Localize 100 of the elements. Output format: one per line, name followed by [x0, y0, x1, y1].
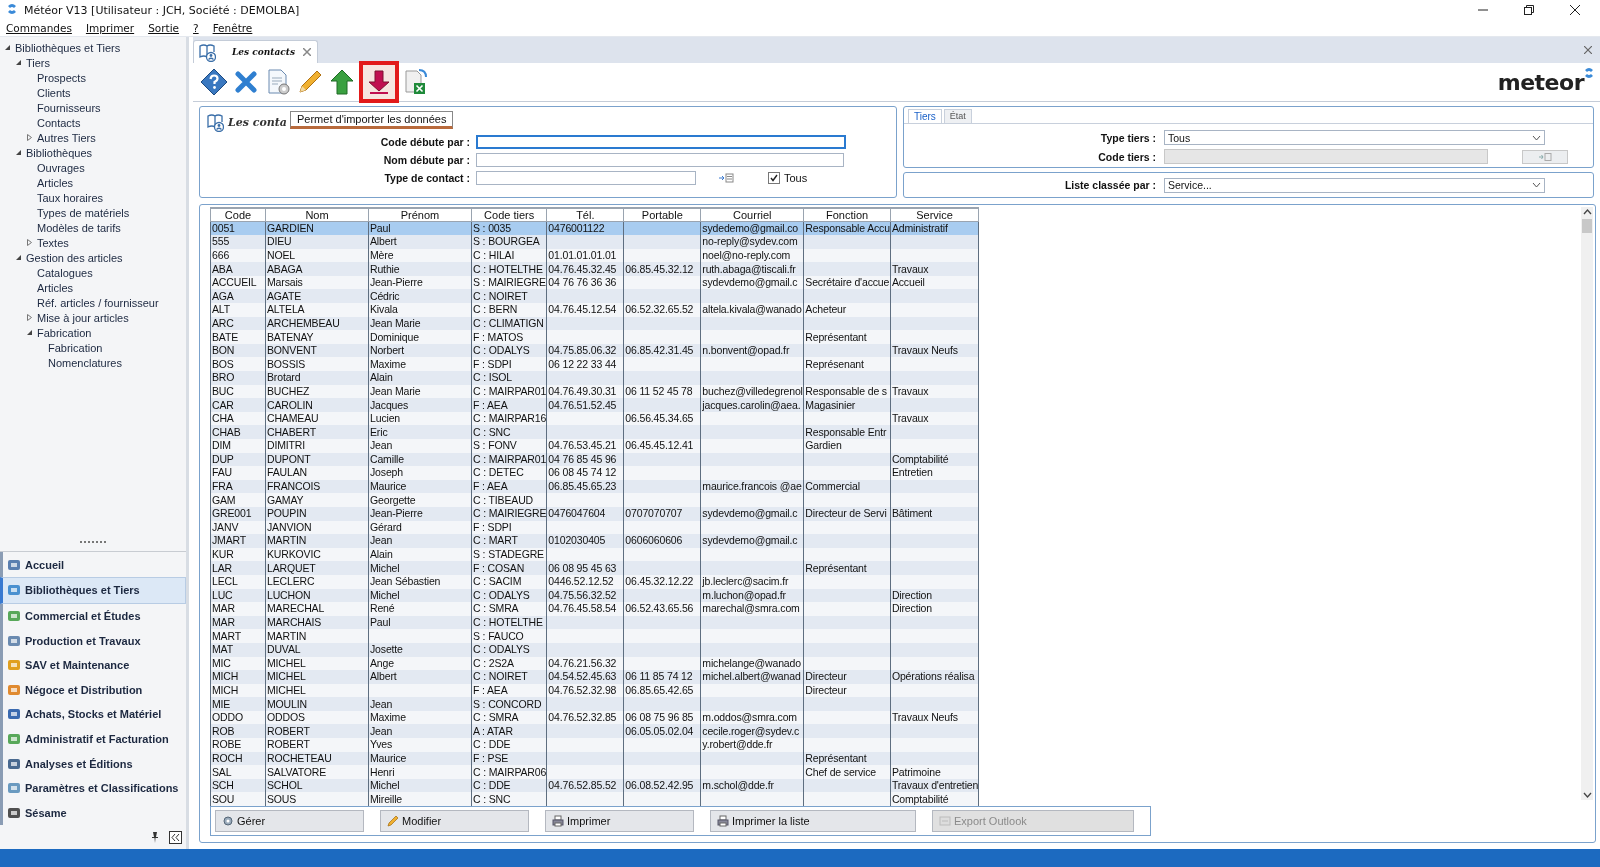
panel-tab[interactable]: État	[943, 109, 972, 123]
column-header[interactable]: Courriel	[700, 208, 804, 222]
tree-item[interactable]: Modèles de tarifs	[37, 221, 121, 234]
module-item[interactable]: Négoce et Distribution	[0, 677, 186, 703]
table-row[interactable]: MIE MOULIN Jean S : CONCORD	[210, 697, 979, 711]
table-row[interactable]: BOS BOSSIS Maxime F : SDPI 06 12 22 33 44 Représenant	[210, 357, 979, 372]
tree-item[interactable]: Types de matériels	[37, 206, 130, 219]
expanded-arrow-icon[interactable]	[15, 254, 22, 261]
action-button[interactable]: Modifier	[380, 810, 529, 832]
tree-item[interactable]: Articles	[37, 281, 74, 294]
collapsed-arrow-icon[interactable]	[26, 134, 33, 141]
module-item[interactable]: Sésame	[0, 800, 186, 825]
scroll-thumb[interactable]	[1582, 219, 1592, 233]
tree-item[interactable]: Autres Tiers	[37, 131, 96, 144]
column-header[interactable]: Code	[210, 208, 266, 222]
input-field[interactable]	[476, 171, 696, 185]
checkbox[interactable]	[768, 172, 780, 184]
tree-item[interactable]: Textes	[37, 236, 69, 249]
table-row[interactable]: AGA AGATE Cédric C : NOIRET	[210, 289, 979, 304]
tree-item[interactable]: Contacts	[37, 116, 81, 129]
table-row[interactable]: JMART MARTIN Jean C : MART 0102030405 0606060606 sydevdemo@gmail.c	[210, 534, 979, 548]
table-row[interactable]: MICH MICHEL Albert C : NOIRET 04.54.52.45.63 06 11 85 74 12 michel.albert@wanad Directeur Opérations réalisa	[210, 670, 979, 684]
table-row[interactable]: SAL SALVATORE Henri C : MAIRPAR06 Chef de service Patrimoine	[210, 765, 979, 779]
table-row[interactable]: 555 DIEU Albert S : BOURGEA no-reply@sydev.com	[210, 235, 979, 249]
table-row[interactable]: ALT ALTELA Kivala C : BERN 04.76.45.12.54 06.52.32.65.52 altela.kivala@wanado Acheteur	[210, 303, 979, 317]
scroll-down-icon[interactable]	[1582, 792, 1592, 798]
menu-item[interactable]: Imprimer	[85, 22, 135, 34]
action-button[interactable]: Gérer	[215, 810, 364, 832]
scrollbar[interactable]	[1581, 207, 1593, 800]
menu-item[interactable]: ?	[193, 22, 199, 34]
tree-item[interactable]: Fabrication	[37, 326, 92, 339]
toolbar-button[interactable]	[359, 61, 399, 103]
table-row[interactable]: MART MARTIN S : FAUCO	[210, 629, 979, 643]
tree-item[interactable]: Fournisseurs	[37, 101, 101, 114]
table-row[interactable]: SOU SOUS Mireille C : SNC Comptabilité	[210, 792, 979, 807]
tree-item[interactable]: Réf. articles / fournisseur	[37, 296, 159, 309]
column-header[interactable]: Tél.	[546, 208, 624, 222]
tree-item[interactable]: Tiers	[26, 56, 51, 69]
expanded-arrow-icon[interactable]	[26, 329, 33, 336]
tree-item[interactable]: Prospects	[37, 71, 86, 84]
column-header[interactable]: Service	[890, 208, 979, 222]
table-row[interactable]: BRO Brotard Alain C : ISOL	[210, 371, 979, 385]
tree-item[interactable]: Ouvrages	[37, 161, 85, 174]
tree-item[interactable]: Gestion des articles	[26, 251, 123, 264]
module-item[interactable]: Bibliothèques et Tiers	[0, 577, 186, 604]
column-header[interactable]: Fonction	[803, 208, 891, 222]
table-row[interactable]: CAR CAROLIN Jacques F : AEA 04.76.51.52.45 jacques.carolin@aea. Magasinier	[210, 398, 979, 412]
module-item[interactable]: Paramètres et Classifications	[0, 775, 186, 801]
table-row[interactable]: FAU FAULAN Joseph C : DETEC 06 08 45 74 12 Entretien	[210, 466, 979, 480]
tree-item[interactable]: Clients	[37, 86, 71, 99]
expanded-arrow-icon[interactable]	[4, 44, 11, 51]
tree-item[interactable]: Articles	[37, 176, 74, 189]
module-item[interactable]: Analyses et Éditions	[0, 751, 186, 776]
menu-item[interactable]: Fenêtre	[212, 22, 253, 34]
collapsed-arrow-icon[interactable]	[26, 314, 33, 321]
menu-item[interactable]: Sortie	[148, 22, 180, 34]
column-header[interactable]: Prénom	[368, 208, 472, 222]
expanded-arrow-icon[interactable]	[15, 59, 22, 66]
dropdown[interactable]: Tous	[1164, 130, 1545, 145]
table-row[interactable]: MAR MARECHAL René C : SMRA 04.76.45.58.54 06.52.43.65.56 marechal@smra.com Direction	[210, 602, 979, 616]
collapsed-arrow-icon[interactable]	[26, 239, 33, 246]
document-tab[interactable]: Les contacts	[193, 40, 318, 63]
tree-item[interactable]: Bibliothèques	[26, 146, 93, 159]
tree-item[interactable]: Bibliothèques et Tiers	[15, 41, 121, 54]
tree-item[interactable]: Nomenclatures	[48, 356, 122, 369]
menu-item[interactable]: Commandes	[6, 22, 72, 34]
collapse-panel-icon[interactable]	[169, 830, 182, 844]
list-picker-icon[interactable]	[718, 173, 734, 183]
module-item[interactable]: Production et Travaux	[0, 628, 186, 653]
input-field[interactable]	[476, 135, 846, 149]
table-row[interactable]: ABA ABAGA Ruthie C : HOTELTHE 04.76.45.32.45 06.85.45.32.12 ruth.abaga@tiscali.fr Travaux	[210, 262, 979, 276]
restore-icon[interactable]	[1524, 5, 1534, 15]
action-button[interactable]: Imprimer	[545, 810, 694, 832]
module-item[interactable]: SAV et Maintenance	[0, 652, 186, 678]
table-row[interactable]: LAR LARQUET Michel F : COSAN 06 08 95 45 63 Représentant	[210, 561, 979, 575]
column-header[interactable]: Code tiers	[471, 208, 547, 222]
column-header[interactable]: Nom	[265, 208, 369, 222]
toolbar-button[interactable]	[199, 66, 229, 98]
tree-item[interactable]: Mise à jour articles	[37, 311, 129, 324]
table-row[interactable]: CHAB CHABERT Eric C : SNC Responsable Entr	[210, 425, 979, 439]
close-tab-icon[interactable]	[303, 48, 311, 56]
scroll-up-icon[interactable]	[1582, 209, 1592, 215]
input-field[interactable]	[476, 153, 844, 167]
tree-item[interactable]: Fabrication	[48, 341, 103, 354]
module-item[interactable]: Achats, Stocks et Matériel	[0, 702, 186, 727]
tree-item[interactable]: Taux horaires	[37, 191, 104, 204]
table-row[interactable]: ROB ROBERT Jean A : ATAR 06.05.05.02.04 cecile.roger@sydev.c	[210, 724, 979, 739]
table-row[interactable]: BATE BATENAY Dominique F : MATOS Représentant	[210, 330, 979, 344]
table-row[interactable]: DIM DIMITRI Jean S : FONV 04.76.53.45.21 06.45.45.12.41 Gardien	[210, 439, 979, 453]
module-item[interactable]: Administratif et Facturation	[0, 726, 186, 752]
column-header[interactable]: Portable	[623, 208, 701, 222]
panel-tab[interactable]: Tiers	[908, 109, 942, 123]
expanded-arrow-icon[interactable]	[15, 149, 22, 156]
close-icon[interactable]	[1570, 5, 1580, 15]
module-item[interactable]: Commercial et Études	[0, 603, 186, 629]
table-row[interactable]: GAM GAMAY Georgette C : TIBEAUD	[210, 493, 979, 507]
action-button[interactable]: Imprimer la liste	[710, 810, 916, 832]
tree-item[interactable]: Catalogues	[37, 266, 93, 279]
dropdown[interactable]: Service...	[1164, 177, 1545, 193]
table-row[interactable]: ROBE ROBERT Yves C : DDE y.robert@dde.fr	[210, 738, 979, 752]
